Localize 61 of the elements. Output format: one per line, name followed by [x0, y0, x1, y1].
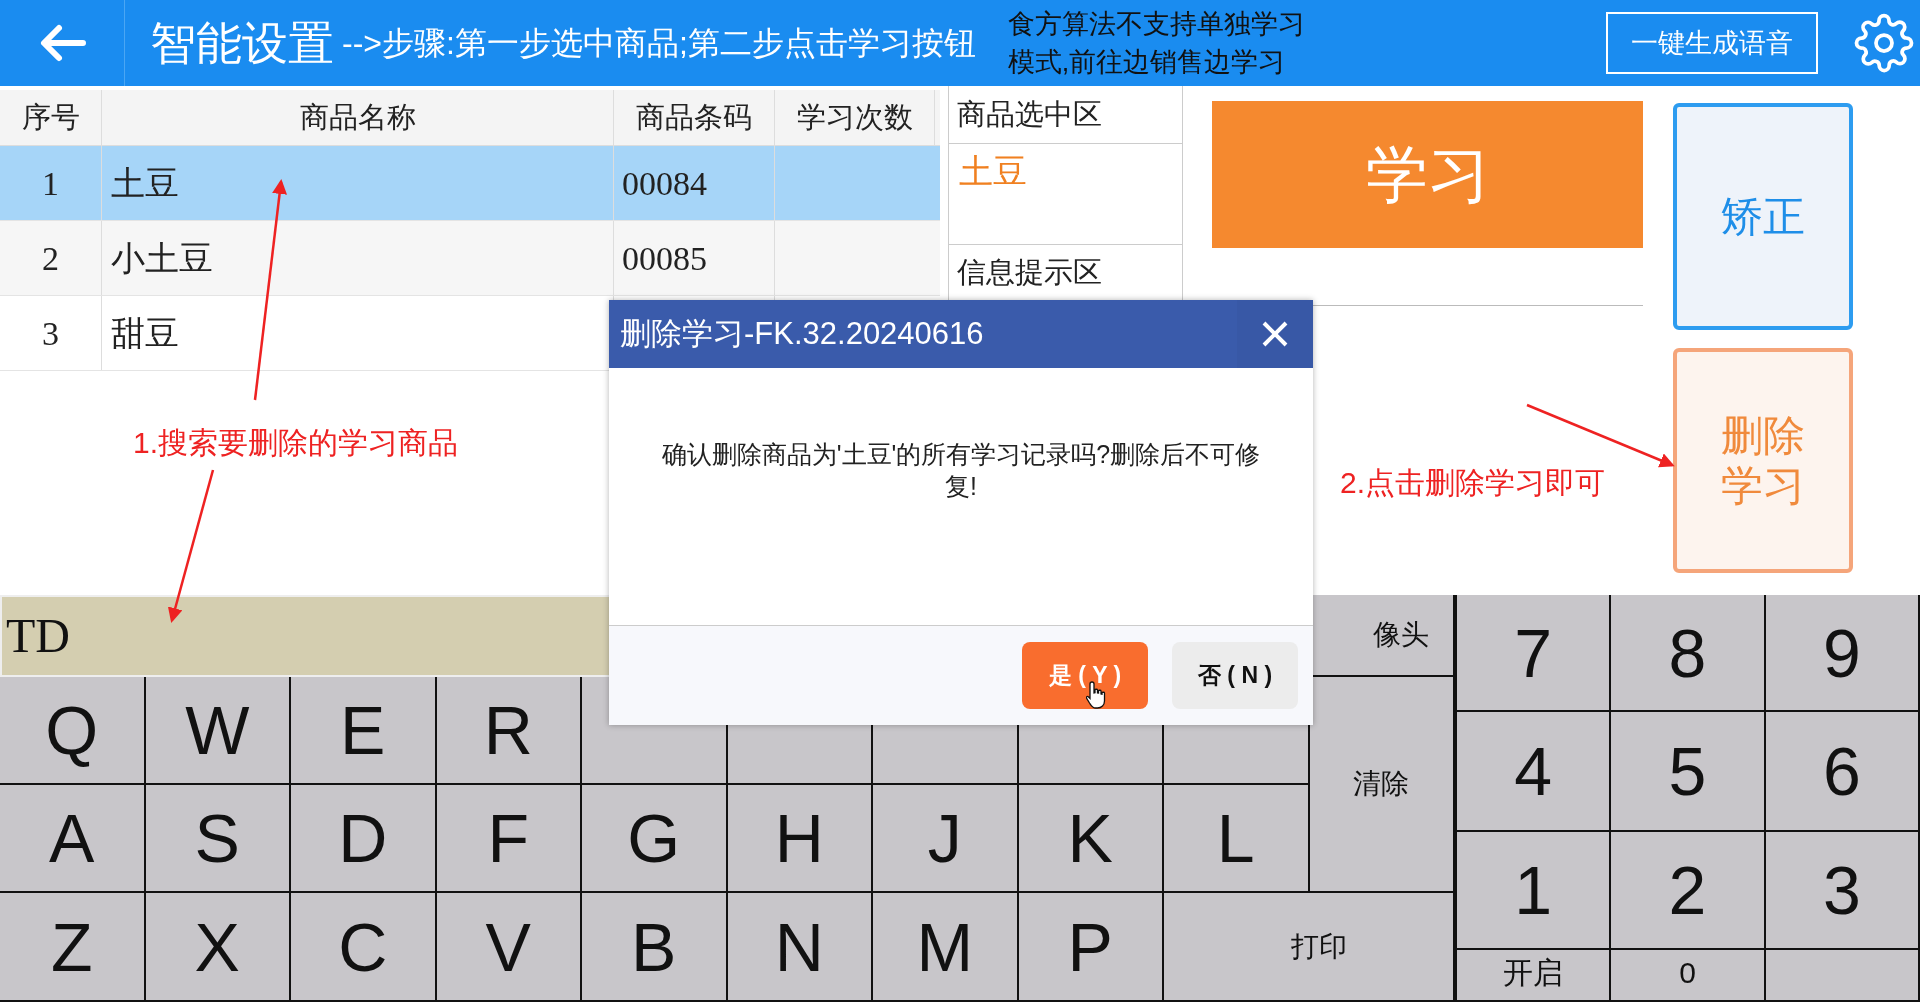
- clear-key[interactable]: 清除: [1309, 677, 1455, 893]
- key[interactable]: E: [291, 677, 437, 785]
- annotation-text: 2.点击删除学习即可: [1340, 465, 1606, 501]
- settings-icon: [1854, 13, 1914, 73]
- column-header: 学习次数: [775, 90, 935, 145]
- table-cell: 3: [0, 296, 102, 370]
- table-cell: 2: [0, 221, 102, 295]
- key[interactable]: S: [145, 785, 291, 893]
- page-title: 智能设置: [150, 15, 334, 71]
- column-header: 商品名称: [102, 90, 614, 145]
- table-cell: 小土豆: [102, 221, 614, 295]
- key[interactable]: Q: [0, 677, 146, 785]
- dialog-message: 确认删除商品为'土豆'的所有学习记录吗?删除后不可修复!: [661, 439, 1261, 502]
- close-icon: [1261, 320, 1289, 348]
- key[interactable]: X: [145, 893, 291, 1002]
- key[interactable]: K: [1018, 785, 1164, 893]
- key[interactable]: P: [1018, 893, 1164, 1002]
- table-cell: 00084: [614, 146, 775, 220]
- key[interactable]: 9: [1765, 595, 1920, 712]
- panel-title: 信息提示区: [956, 254, 1103, 290]
- key[interactable]: [1765, 950, 1920, 1002]
- key[interactable]: 0: [1611, 950, 1766, 1002]
- column-header: 商品条码: [614, 90, 775, 145]
- annotation-text: 1.搜索要删除的学习商品: [133, 425, 459, 461]
- key[interactable]: 7: [1457, 595, 1612, 712]
- key[interactable]: 2: [1611, 832, 1766, 950]
- key[interactable]: N: [727, 893, 873, 1002]
- table-cell: 1: [0, 146, 102, 220]
- key[interactable]: F: [436, 785, 582, 893]
- key[interactable]: J: [873, 785, 1019, 893]
- key[interactable]: M: [873, 893, 1019, 1002]
- key[interactable]: G: [582, 785, 728, 893]
- key[interactable]: 1: [1457, 832, 1612, 950]
- key[interactable]: L: [1164, 785, 1310, 893]
- notice-text: 模式,前往边销售边学习: [1007, 46, 1287, 79]
- key[interactable]: A: [0, 785, 146, 893]
- key[interactable]: B: [582, 893, 728, 1002]
- key[interactable]: 5: [1611, 712, 1766, 832]
- table-cell: 00085: [614, 221, 775, 295]
- key[interactable]: 4: [1457, 712, 1612, 832]
- key[interactable]: R: [436, 677, 582, 785]
- column-header: 序号: [0, 90, 102, 145]
- notice-text: 食方算法不支持单独学习: [1007, 8, 1305, 41]
- key[interactable]: D: [291, 785, 437, 893]
- key[interactable]: 开启: [1457, 950, 1612, 1002]
- key[interactable]: 3: [1765, 832, 1920, 950]
- key[interactable]: C: [291, 893, 437, 1002]
- steps-text: -->步骤:第一步选中商品;第二步点击学习按钮: [342, 24, 976, 63]
- table-cell: 土豆: [102, 146, 614, 220]
- dialog-title: 删除学习-FK.32.20240616: [619, 314, 985, 353]
- key[interactable]: W: [145, 677, 291, 785]
- selected-item-text: 土豆: [949, 144, 1182, 245]
- close-button[interactable]: [1237, 300, 1313, 368]
- key[interactable]: H: [727, 785, 873, 893]
- no-button[interactable]: 否 ( N ): [1172, 642, 1298, 709]
- key[interactable]: V: [436, 893, 582, 1002]
- key[interactable]: 8: [1611, 595, 1766, 712]
- key[interactable]: 6: [1765, 712, 1920, 832]
- panel-title: 商品选中区: [949, 86, 1182, 144]
- print-key[interactable]: 打印: [1164, 893, 1455, 1002]
- key[interactable]: Z: [0, 893, 146, 1002]
